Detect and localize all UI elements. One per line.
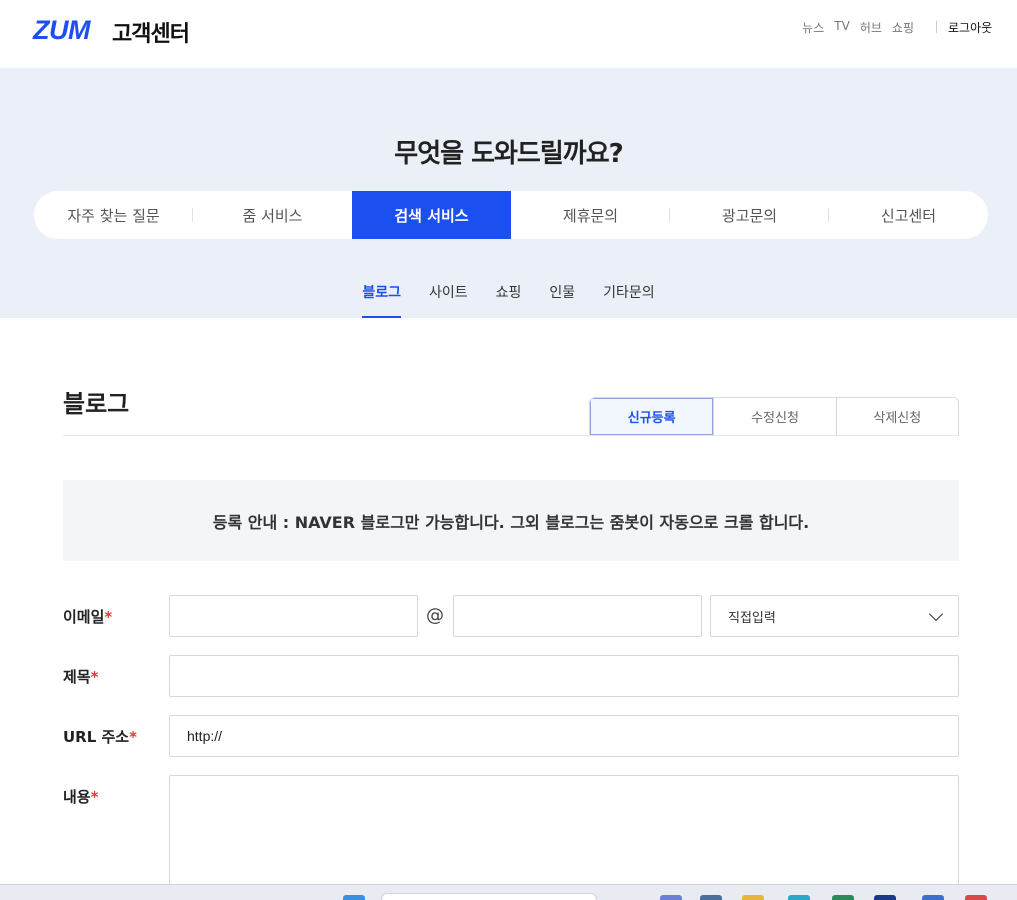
chat-icon[interactable] (660, 895, 682, 900)
sub-tabs: 블로그 사이트 쇼핑 인물 기타문의 (0, 282, 1017, 318)
nav-tv-link[interactable]: TV (834, 19, 850, 36)
nav-shopping-link[interactable]: 쇼핑 (892, 19, 914, 36)
required-mark: * (129, 728, 137, 746)
tab-partnership[interactable]: 제휴문의 (511, 191, 670, 239)
subject-label-text: 제목 (63, 668, 91, 686)
required-mark: * (90, 668, 99, 686)
taskbar-search-box[interactable] (381, 893, 597, 900)
sub-tab-blog[interactable]: 블로그 (362, 282, 401, 318)
tab-report-center[interactable]: 신고센터 (829, 191, 988, 239)
email-domain-select-value: 직접입력 (728, 610, 776, 626)
tab-delete-request[interactable]: 삭제신청 (835, 398, 958, 435)
hero-title: 무엇을 도와드릴까요? (394, 139, 623, 169)
hero-section: 무엇을 도와드릴까요? 자주 찾는 질문 줌 서비스 검색 서비스 제휴문의 광… (0, 68, 1017, 318)
email-id-input[interactable] (169, 595, 418, 637)
calendar-icon[interactable] (832, 895, 854, 900)
required-mark: * (104, 608, 113, 626)
registration-tabs: 신규등록 수정신청 삭제신청 (589, 397, 959, 436)
registration-notice: 등록 안내 : NAVER 블로그만 가능합니다. 그외 블로그는 줌봇이 자동… (63, 480, 959, 561)
tab-modify-request[interactable]: 수정신청 (713, 398, 836, 435)
sub-tab-site[interactable]: 사이트 (429, 282, 468, 315)
tab-search-service[interactable]: 검색 서비스 (352, 191, 511, 239)
url-label: URL 주소* (63, 726, 137, 747)
nav-news-link[interactable]: 뉴스 (802, 19, 824, 36)
section-title: 블로그 (63, 390, 130, 418)
chevron-down-icon (928, 606, 944, 621)
windows-start-icon[interactable] (343, 895, 365, 900)
required-mark: * (90, 788, 99, 806)
page-title[interactable]: 고객센터 (112, 16, 190, 48)
subject-label: 제목* (63, 666, 98, 687)
chrome-icon[interactable] (965, 895, 987, 900)
tab-faq[interactable]: 자주 찾는 질문 (34, 191, 193, 239)
nav-hub-link[interactable]: 허브 (860, 19, 882, 36)
email-domain-select[interactable]: 직접입력 (710, 595, 959, 637)
url-input[interactable]: http:// (169, 715, 959, 757)
main-tabs: 자주 찾는 질문 줌 서비스 검색 서비스 제휴문의 광고문의 신고센터 (34, 191, 988, 239)
top-nav: 뉴스 TV 허브 쇼핑 (802, 19, 914, 36)
content-textarea[interactable] (169, 775, 959, 895)
section-divider (63, 435, 959, 436)
nav-divider (936, 21, 937, 33)
zum-logo[interactable]: ZUM (33, 15, 90, 46)
url-input-value: http:// (187, 728, 223, 744)
content-label-text: 내용 (63, 788, 91, 806)
app-icon[interactable] (700, 895, 722, 900)
sub-tab-person[interactable]: 인물 (549, 282, 575, 315)
tab-zum-service[interactable]: 줌 서비스 (193, 191, 352, 239)
email-label-text: 이메일 (63, 608, 105, 626)
browser-icon[interactable] (874, 895, 896, 900)
tab-advertising[interactable]: 광고문의 (670, 191, 829, 239)
tab-new-registration[interactable]: 신규등록 (590, 398, 714, 435)
logout-link[interactable]: 로그아웃 (948, 19, 992, 36)
subject-input[interactable] (169, 655, 959, 697)
email-label: 이메일* (63, 606, 112, 627)
os-taskbar (0, 884, 1017, 900)
header: ZUM 고객센터 뉴스 TV 허브 쇼핑 로그아웃 (0, 0, 1017, 68)
url-label-text: URL 주소 (63, 728, 130, 746)
folder-icon[interactable] (742, 895, 764, 900)
at-sign: @ (426, 605, 444, 626)
content-label: 내용* (63, 786, 98, 807)
email-domain-input[interactable] (453, 595, 702, 637)
store-icon[interactable] (788, 895, 810, 900)
sub-tab-shopping[interactable]: 쇼핑 (496, 282, 522, 315)
sub-tab-other[interactable]: 기타문의 (603, 282, 655, 315)
edge-icon[interactable] (922, 895, 944, 900)
